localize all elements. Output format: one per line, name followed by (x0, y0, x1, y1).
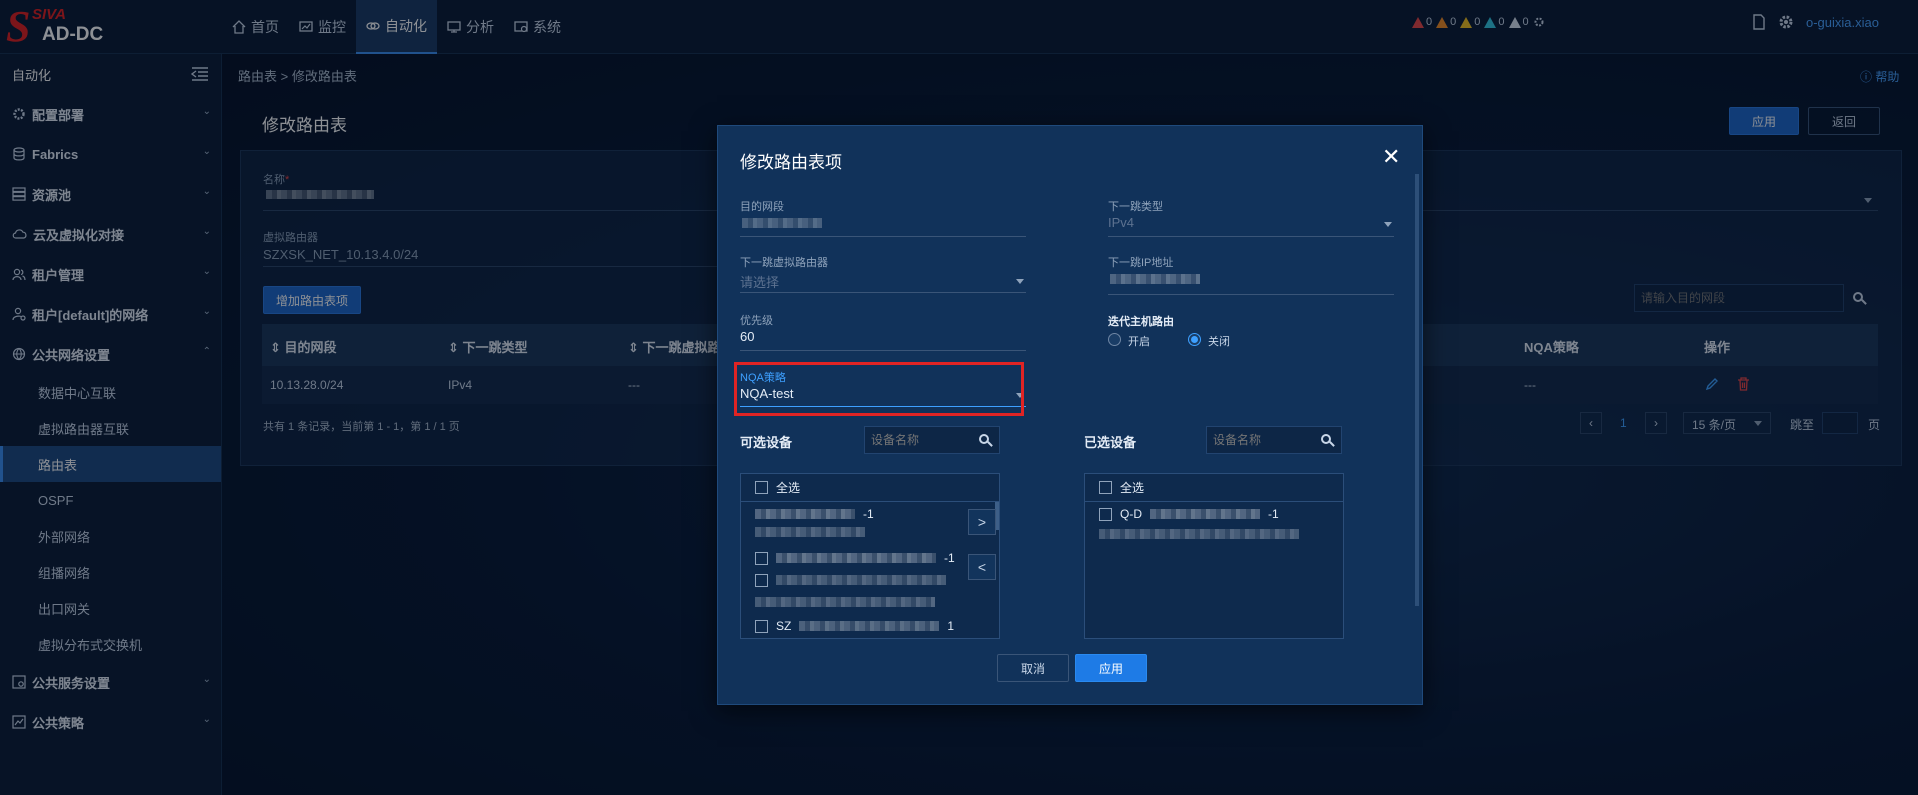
iter-on-radio[interactable] (1108, 333, 1121, 346)
move-left-button[interactable]: < (968, 554, 996, 580)
list-item[interactable]: -1 (755, 504, 985, 524)
iter-on-label[interactable]: 开启 (1128, 333, 1150, 349)
search-icon[interactable] (979, 434, 989, 444)
priority-label: 优先级 (740, 315, 773, 327)
dialog-title: 修改路由表项 (740, 153, 842, 172)
dest-label: 目的网段 (740, 201, 784, 213)
selected-device-search[interactable] (1206, 426, 1342, 454)
checkbox[interactable] (1099, 481, 1112, 494)
nexthop-vrouter-select[interactable]: 请选择 (740, 272, 779, 291)
nexthop-type-label: 下一跳类型 (1108, 201, 1163, 213)
selected-select-all[interactable]: 全选 (1085, 474, 1343, 502)
nexthop-ip-label: 下一跳IP地址 (1108, 257, 1174, 269)
checkbox[interactable] (1099, 507, 1112, 521)
nexthop-vrouter-label: 下一跳虚拟路由器 (740, 257, 828, 269)
checkbox[interactable] (755, 619, 768, 633)
selected-device-list: 全选 Q-D -1 (1084, 473, 1344, 639)
available-devices-label: 可选设备 (740, 435, 793, 450)
priority-underline (740, 350, 1026, 351)
selected-device-search-input[interactable] (1207, 427, 1317, 453)
available-device-list: 全选 -1 -1 SZ 1 (740, 473, 1000, 639)
nexthop-type-underline (1108, 236, 1394, 237)
list-item[interactable] (1099, 524, 1329, 544)
search-icon[interactable] (1321, 434, 1331, 444)
iter-off-label[interactable]: 关闭 (1208, 333, 1230, 349)
list-item[interactable]: SZ 1 (755, 616, 985, 636)
list-item[interactable] (755, 592, 985, 612)
priority-input[interactable]: 60 (740, 329, 754, 344)
dest-underline (740, 236, 1026, 237)
checkbox[interactable] (755, 573, 768, 587)
available-device-search-input[interactable] (865, 427, 975, 453)
chevron-down-icon (1016, 279, 1024, 284)
list-item[interactable]: Q-D -1 (1099, 504, 1329, 524)
available-select-all[interactable]: 全选 (741, 474, 999, 502)
cancel-button[interactable]: 取消 (997, 654, 1069, 682)
checkbox[interactable] (755, 481, 768, 494)
close-icon[interactable]: ✕ (1382, 146, 1400, 168)
list-item[interactable] (755, 522, 985, 542)
nexthop-type-select[interactable]: IPv4 (1108, 215, 1134, 230)
dialog-scrollbar[interactable] (1415, 174, 1419, 606)
edit-route-entry-dialog: 修改路由表项 ✕ 目的网段 下一跳类型 IPv4 下一跳虚拟路由器 请选择 下一… (717, 125, 1423, 705)
checkbox[interactable] (755, 551, 768, 565)
dest-value-redacted (742, 218, 822, 228)
highlight-box (734, 362, 1024, 416)
selected-devices-label: 已选设备 (1084, 435, 1137, 450)
list-item[interactable] (755, 570, 985, 590)
move-right-button[interactable]: > (968, 509, 996, 535)
nexthop-vrouter-underline (740, 292, 1026, 293)
iter-off-radio[interactable] (1188, 333, 1201, 346)
apply-button[interactable]: 应用 (1075, 654, 1147, 682)
chevron-down-icon (1384, 222, 1392, 227)
iter-host-route-label: 迭代主机路由 (1108, 316, 1174, 328)
available-device-search[interactable] (864, 426, 1000, 454)
nexthop-ip-redacted (1110, 274, 1200, 284)
list-item[interactable]: -1 (755, 548, 985, 568)
nexthop-ip-underline (1108, 294, 1394, 295)
